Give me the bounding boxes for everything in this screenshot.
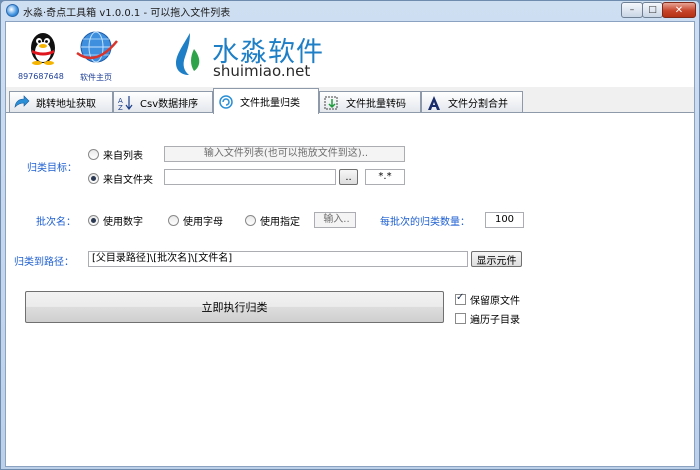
radio-label: 使用数字: [103, 217, 143, 228]
tab-split-merge[interactable]: 文件分割合并: [421, 91, 523, 113]
tab-redirect-fetch[interactable]: 跳转地址获取: [9, 91, 113, 113]
radio-indicator: [88, 149, 99, 160]
recurse-subdirs-checkbox[interactable]: 遍历子目录: [455, 311, 520, 326]
checkbox-indicator: [455, 292, 466, 305]
run-classify-button[interactable]: 立即执行归类: [25, 291, 444, 323]
batch-count-label: 每批次的归类数量：: [380, 217, 470, 228]
app-icon: [6, 4, 19, 17]
batch-custom-input: 输入..: [314, 212, 356, 228]
source-list-radio[interactable]: 来自列表: [88, 147, 143, 162]
maximize-button[interactable]: □: [642, 2, 663, 18]
radio-indicator: [168, 215, 179, 226]
radio-indicator: [245, 215, 256, 226]
dest-path-label: 归类到路径：: [14, 257, 74, 268]
close-button[interactable]: ✕: [662, 2, 696, 18]
tab-strip: 跳转地址获取 AZ Csv数据排序 文件批量归类 文件批量转码 文件分割合并: [6, 88, 694, 114]
homepage-link[interactable]: 软件主页: [80, 72, 112, 83]
sort-az-icon: AZ: [117, 95, 135, 111]
water-drop-logo-icon: [176, 33, 200, 75]
radio-indicator: [88, 173, 99, 184]
minimize-button[interactable]: –: [621, 2, 643, 18]
qq-number[interactable]: 897687648: [18, 72, 64, 81]
tab-label: 跳转地址获取: [36, 99, 96, 110]
checkbox-label: 保留原文件: [470, 296, 520, 307]
radio-label: 来自列表: [103, 151, 143, 162]
redirect-arrow-icon: [13, 94, 31, 111]
split-merge-icon: [425, 95, 443, 111]
radio-label: 来自文件夹: [103, 175, 153, 186]
tab-csv-sort[interactable]: AZ Csv数据排序: [113, 91, 213, 113]
folder-path-input[interactable]: [164, 169, 336, 185]
batch-classify-panel: 归类目标： 来自列表 输入文件列表(也可以拖放文件到这).. 来自文件夹 .. …: [6, 112, 694, 466]
dest-path-input[interactable]: [父目录路径]\[批次名]\[文件名]: [88, 251, 468, 267]
tab-label: 文件批量转码: [346, 99, 406, 110]
tab-label: Csv数据排序: [140, 99, 199, 110]
tab-label: 文件分割合并: [448, 99, 508, 110]
browse-folder-button[interactable]: ..: [339, 169, 358, 185]
batch-use-number-radio[interactable]: 使用数字: [88, 213, 143, 228]
show-elements-button[interactable]: 显示元件: [471, 251, 522, 267]
radio-label: 使用指定: [260, 217, 300, 228]
window-title: 水淼·奇点工具箱 v1.0.0.1 - 可以拖入文件列表: [23, 8, 231, 19]
batch-use-letter-radio[interactable]: 使用字母: [168, 213, 223, 228]
tab-batch-transcode[interactable]: 文件批量转码: [319, 91, 421, 113]
checkbox-indicator: [455, 313, 466, 324]
tab-label: 文件批量归类: [240, 98, 300, 109]
file-filter-input[interactable]: *.*: [365, 169, 405, 185]
client-area: 897687648 软件主页 水淼软件 shuimiao.net 跳转地址获取 …: [5, 21, 695, 467]
source-folder-radio[interactable]: 来自文件夹: [88, 171, 153, 186]
batch-count-input[interactable]: 100: [485, 212, 524, 228]
batch-use-custom-radio[interactable]: 使用指定: [245, 213, 300, 228]
brand-domain: shuimiao.net: [213, 62, 311, 80]
radio-indicator: [88, 215, 99, 226]
radio-label: 使用字母: [183, 217, 223, 228]
tab-batch-classify[interactable]: 文件批量归类: [213, 88, 319, 114]
title-bar[interactable]: 水淼·奇点工具箱 v1.0.0.1 - 可以拖入文件列表 – □ ✕: [1, 1, 699, 21]
qq-penguin-icon[interactable]: [26, 29, 60, 65]
header-banner: 897687648 软件主页 水淼软件 shuimiao.net: [6, 22, 694, 87]
batch-name-label: 批次名：: [36, 217, 76, 228]
svg-text:Z: Z: [118, 104, 123, 111]
checkbox-label: 遍历子目录: [470, 315, 520, 326]
globe-icon[interactable]: [73, 27, 119, 67]
target-label: 归类目标：: [27, 163, 77, 174]
classify-icon: [217, 94, 235, 110]
source-list-input: 输入文件列表(也可以拖放文件到这)..: [164, 146, 405, 162]
transcode-icon: [323, 95, 341, 111]
keep-original-checkbox[interactable]: 保留原文件: [455, 292, 520, 307]
app-window: 水淼·奇点工具箱 v1.0.0.1 - 可以拖入文件列表 – □ ✕ 89768…: [0, 0, 700, 470]
